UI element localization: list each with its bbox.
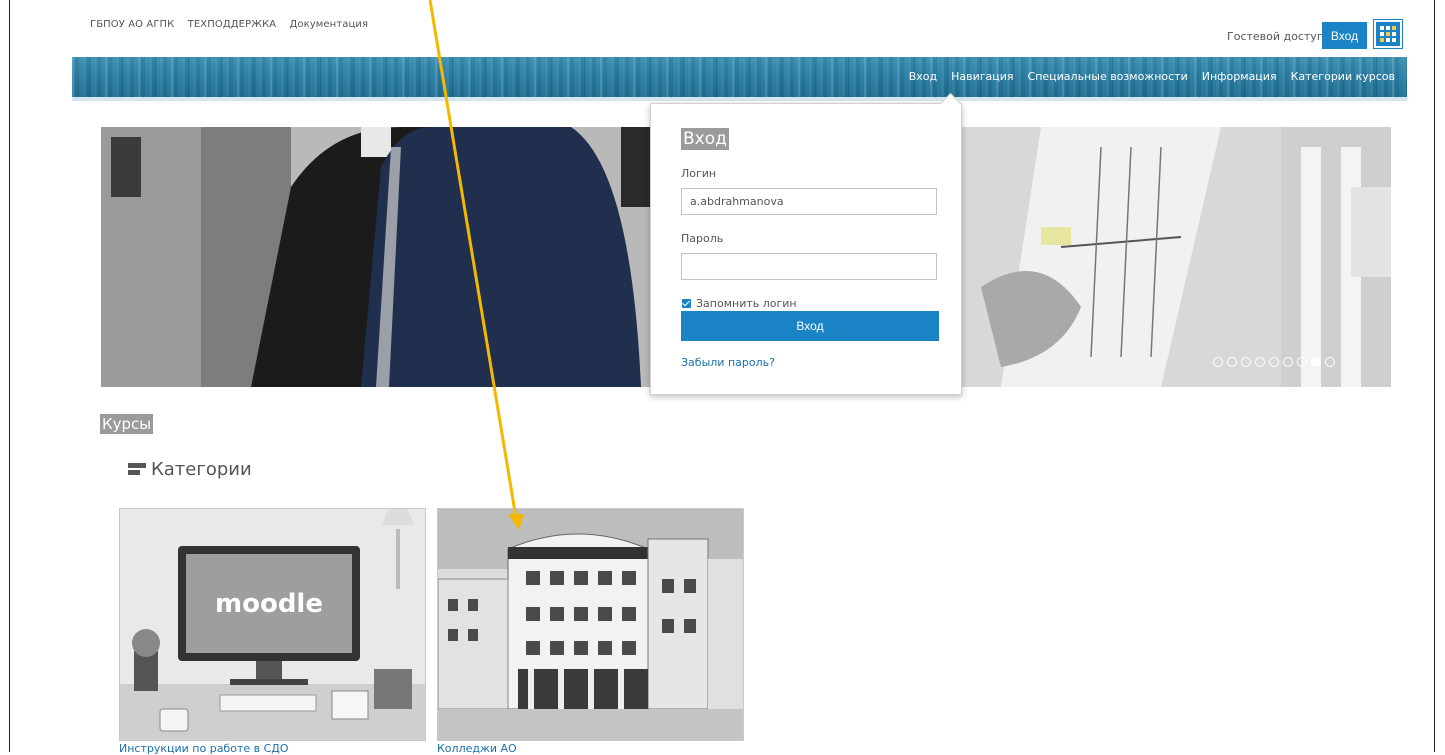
- category-card-instructions[interactable]: moodle: [119, 508, 426, 741]
- college-building-image: [438, 509, 743, 740]
- slider-dot[interactable]: [1255, 357, 1265, 367]
- slider-dot[interactable]: [1269, 357, 1279, 367]
- nav-login[interactable]: Вход: [909, 70, 937, 83]
- slider-dot[interactable]: [1213, 357, 1223, 367]
- nav-information[interactable]: Информация: [1202, 70, 1277, 83]
- login-popup: Вход Логин Пароль Запомнить логин Вход З…: [650, 92, 962, 395]
- main-navbar: Вход Навигация Специальные возможности И…: [72, 57, 1407, 101]
- nav-accessibility[interactable]: Специальные возможности: [1028, 70, 1188, 83]
- grid-icon: [1380, 26, 1396, 42]
- courses-heading: Курсы: [100, 414, 154, 434]
- categories-title: Категории: [151, 459, 252, 480]
- slider-dot[interactable]: [1297, 357, 1307, 367]
- password-label: Пароль: [681, 232, 724, 245]
- slider-dot[interactable]: [1325, 357, 1335, 367]
- category-label-colleges[interactable]: Колледжи АО: [437, 742, 517, 755]
- top-link-college[interactable]: ГБПОУ АО АГПК: [90, 19, 174, 30]
- login-submit-button[interactable]: Вход: [681, 311, 939, 341]
- slider-dot[interactable]: [1227, 357, 1237, 367]
- categories-heading: Категории: [127, 459, 252, 480]
- nav-course-categories[interactable]: Категории курсов: [1291, 70, 1395, 83]
- top-links: ГБПОУ АО АГПК ТЕХПОДДЕРЖКА Документация: [90, 19, 378, 30]
- guest-access-label: Гостевой доступ: [1227, 30, 1325, 43]
- remember-row: Запомнить логин: [682, 297, 797, 310]
- slider-dots: [1213, 357, 1335, 367]
- header-login-button[interactable]: Вход: [1322, 22, 1367, 49]
- top-link-docs[interactable]: Документация: [290, 19, 369, 30]
- popup-title: Вход: [681, 128, 729, 150]
- password-input[interactable]: [681, 253, 937, 280]
- slider-dot[interactable]: [1311, 357, 1321, 367]
- forgot-password-link[interactable]: Забыли пароль?: [681, 356, 775, 369]
- nav-navigation[interactable]: Навигация: [951, 70, 1013, 83]
- slider-dot[interactable]: [1283, 357, 1293, 367]
- nav-links: Вход Навигация Специальные возможности И…: [909, 70, 1395, 83]
- remember-checkbox[interactable]: [682, 299, 691, 308]
- category-card-colleges[interactable]: [437, 508, 744, 741]
- slider-dot[interactable]: [1241, 357, 1251, 367]
- top-link-support[interactable]: ТЕХПОДДЕРЖКА: [188, 19, 277, 30]
- category-label-instructions[interactable]: Инструкции по работе в СДО: [119, 742, 289, 755]
- moodle-logo-text: moodle: [215, 589, 323, 619]
- remember-label: Запомнить логин: [696, 297, 797, 310]
- username-input[interactable]: [681, 188, 937, 215]
- categories-icon: [128, 462, 146, 475]
- moodle-desk-image: moodle: [120, 509, 425, 740]
- apps-grid-button[interactable]: [1374, 20, 1402, 48]
- username-label: Логин: [681, 167, 717, 180]
